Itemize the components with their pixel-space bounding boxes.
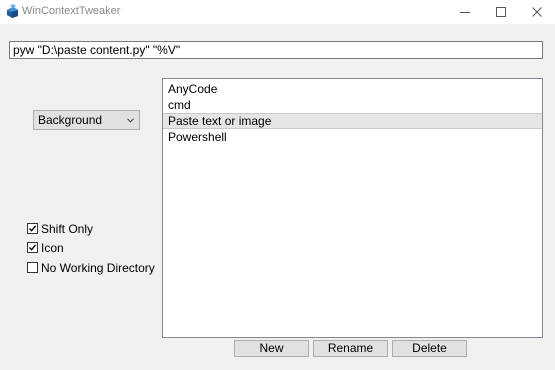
command-input[interactable] — [9, 41, 543, 59]
entries-listbox[interactable]: AnyCode cmd Paste text or image Powershe… — [162, 78, 543, 338]
list-item[interactable]: AnyCode — [163, 81, 542, 97]
title-bar[interactable]: WinContextTweaker — [0, 0, 555, 24]
list-item-label: cmd — [168, 98, 191, 112]
close-icon — [532, 7, 542, 17]
shift-only-label: Shift Only — [41, 222, 94, 236]
delete-button[interactable]: Delete — [392, 340, 467, 357]
app-logo-icon — [7, 4, 18, 18]
list-item[interactable]: Powershell — [163, 129, 542, 145]
checkmark-icon — [28, 225, 37, 232]
list-item-label: Powershell — [168, 130, 227, 144]
list-item-selected[interactable]: Paste text or image — [163, 113, 542, 129]
maximize-icon — [496, 7, 506, 17]
icon-label: Icon — [41, 241, 64, 255]
list-item-label: AnyCode — [168, 82, 218, 96]
close-button[interactable] — [520, 0, 554, 24]
app-window: WinContextTweaker Background AnyCode — [0, 0, 555, 370]
no-working-directory-checkbox[interactable] — [27, 262, 38, 273]
checkmark-icon — [28, 244, 37, 251]
context-select[interactable]: Background — [33, 110, 140, 130]
window-title: WinContextTweaker — [22, 5, 121, 17]
list-item[interactable]: cmd — [163, 97, 542, 113]
new-button[interactable]: New — [234, 340, 309, 357]
minimize-button[interactable] — [448, 0, 482, 24]
shift-only-checkbox[interactable] — [27, 223, 38, 234]
list-item-label: Paste text or image — [168, 114, 272, 128]
minimize-icon — [460, 12, 470, 13]
maximize-button[interactable] — [484, 0, 518, 24]
rename-button[interactable]: Rename — [313, 340, 388, 357]
context-select-value: Background — [38, 113, 103, 127]
icon-checkbox[interactable] — [27, 242, 38, 253]
no-working-directory-label: No Working Directory — [41, 261, 155, 275]
chevron-down-icon — [127, 118, 134, 123]
